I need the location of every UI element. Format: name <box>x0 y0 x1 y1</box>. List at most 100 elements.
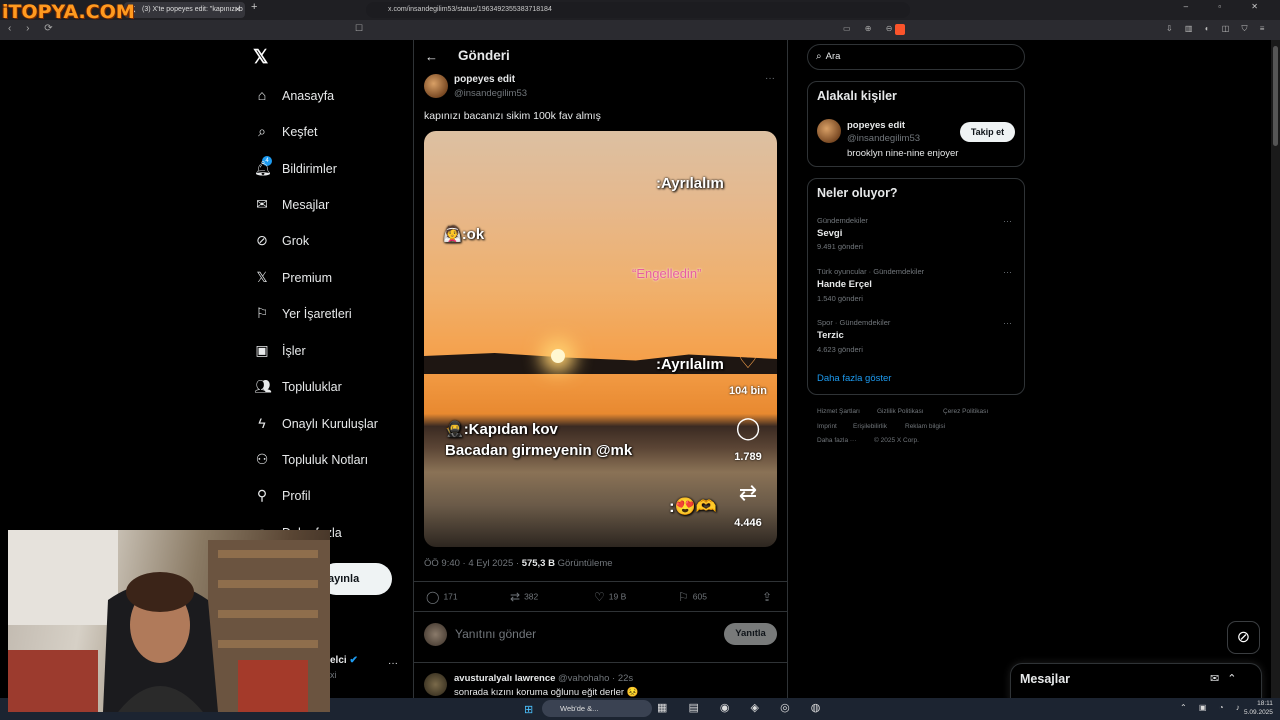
relevant-avatar[interactable] <box>817 119 841 143</box>
url-action-icons[interactable]: ▭ ⊕ ⊖ <box>843 24 898 33</box>
person-icon: ⚲ <box>256 487 268 503</box>
sidebar-item[interactable]: ▣ İşler <box>254 337 305 363</box>
close-tab-icon[interactable]: ✕ <box>234 2 241 18</box>
page-title: Gönderi <box>458 48 510 63</box>
sidebar-item[interactable]: ⌕ Keşfet <box>254 118 317 144</box>
caption-engelledin: “Engelledin” <box>632 266 702 281</box>
footer-link[interactable]: Imprint <box>817 423 837 430</box>
trend-name[interactable]: Terzic <box>817 330 844 341</box>
taskbar-app-icons[interactable]: ▦ ▤ ◉ ◈ ◎ ◍ <box>657 701 829 714</box>
sidebar-item[interactable]: ⊘ Grok <box>254 227 309 253</box>
post-views: 575,3 B <box>521 558 555 569</box>
trend-more-icon[interactable]: ··· <box>1003 267 1012 277</box>
address-bar-row: ‹ › ⟳ <box>0 20 1280 40</box>
share-action[interactable]: ⇪ <box>762 590 776 604</box>
grok-icon: ⊘ <box>1236 629 1251 646</box>
views-label: Görüntüleme <box>557 558 613 569</box>
trend-count: 1.540 gönderi <box>817 294 863 303</box>
reply-button[interactable]: Yanıtla <box>724 623 777 645</box>
browser-tab[interactable]: 𝕏 (3) X'te popeyes edit: "kapınızı b ✕ <box>124 2 245 18</box>
video-sun <box>551 349 565 363</box>
taskbar-search[interactable]: Web'de &... <box>542 700 652 717</box>
sidebar-item[interactable]: ⚇ Topluluk Notları <box>254 446 368 472</box>
window-controls[interactable]: – ▫ ✕ <box>1184 2 1272 11</box>
grok-floating-button[interactable]: ⊘ <box>1227 621 1260 654</box>
footer-link[interactable]: Hizmet Şartları <box>817 408 860 415</box>
follow-button[interactable]: Takip et <box>960 122 1015 142</box>
x-logo-icon[interactable]: 𝕏 <box>253 46 268 69</box>
scrollbar-thumb[interactable] <box>1273 46 1278 146</box>
reply-action[interactable]: ◯ 171 <box>426 590 458 604</box>
trend-name[interactable]: Hande Erçel <box>817 279 872 290</box>
sidebar-item-label: Yer İşaretleri <box>282 307 352 321</box>
new-tab-button[interactable]: + <box>251 1 257 13</box>
sidebar-item[interactable]: ⚐ Yer İşaretleri <box>254 300 352 326</box>
footer-link[interactable]: Daha fazla ··· <box>817 437 856 444</box>
trend-count: 4.623 gönderi <box>817 345 863 354</box>
post-more-icon[interactable]: ··· <box>765 73 775 84</box>
bookmark-icon: ⚐ <box>678 590 689 604</box>
post-video[interactable]: :Ayrılalım 👰:ok “Engelledin” :Ayrılalım … <box>424 131 777 547</box>
comment-avatar[interactable] <box>424 673 447 696</box>
tab-title: (3) X'te popeyes edit: "kapınızı b <box>142 6 243 13</box>
bookmark-page-icon[interactable]: ☐ <box>355 23 363 34</box>
author-avatar[interactable] <box>424 74 448 98</box>
author-handle[interactable]: @insandegilim53 <box>454 88 527 99</box>
show-more-link[interactable]: Daha fazla göster <box>817 373 891 384</box>
search-icon: ⌕ <box>816 51 822 62</box>
sidebar-item[interactable]: 🔔︎ Bildirimler <box>254 155 337 181</box>
footer-link[interactable]: Reklam bilgisi <box>905 423 945 430</box>
nav-buttons[interactable]: ‹ › ⟳ <box>8 23 59 34</box>
people-icon: 👥︎ <box>254 378 272 394</box>
bookmark-action[interactable]: ⚐ 605 <box>678 590 707 604</box>
sidebar-item[interactable]: ⚲ Profil <box>254 482 311 508</box>
post-meta: ÖÖ 9:40 · 4 Eyl 2025 · 575,3 B Görüntüle… <box>424 558 613 569</box>
footer-link[interactable]: Erişilebilirlik <box>853 423 887 430</box>
video-reposts: 4.446 <box>734 517 762 529</box>
sidebar-item[interactable]: 👥︎ Topluluklar <box>254 373 342 399</box>
sidebar-item-label: Mesajlar <box>282 198 330 212</box>
brave-shield-icon[interactable] <box>895 24 905 35</box>
footer-link[interactable]: Çerez Politikası <box>943 408 988 415</box>
sidebar-item[interactable]: ϟ Onaylı Kuruluşlar <box>254 410 378 436</box>
mail-icon: ✉ <box>256 196 268 212</box>
post-time[interactable]: ÖÖ 9:40 · 4 Eyl 2025 · <box>424 558 522 569</box>
author-name[interactable]: popeyes edit <box>454 74 515 85</box>
account-more-icon[interactable]: ··· <box>388 658 398 669</box>
bookmark-icon: ⚐ <box>255 305 269 321</box>
grok-icon: ⊘ <box>256 232 268 248</box>
taskbar-clock[interactable]: 18:11 5.09.2025 <box>1244 699 1273 717</box>
sidebar-item[interactable]: 𝕏 Premium <box>254 264 332 290</box>
expand-icon[interactable]: ⌃ <box>1227 673 1244 685</box>
back-arrow-icon[interactable]: ← <box>425 49 438 64</box>
trend-more-icon[interactable]: ··· <box>1003 216 1012 226</box>
sidebar-item[interactable]: ⌂ Anasayfa <box>254 82 334 108</box>
caption-ayrilalim-mid: :Ayrılalım <box>656 356 724 373</box>
lightning-icon: ϟ <box>258 415 266 431</box>
my-avatar <box>424 623 447 646</box>
search-input[interactable]: ⌕ Ara <box>807 44 1025 70</box>
windows-start-icon[interactable]: ⊞ <box>524 703 533 716</box>
comment-author[interactable]: avusturalyalı lawrence @vahohaho · 22s <box>454 673 633 684</box>
new-message-icon[interactable]: ✉ <box>1210 673 1227 685</box>
messages-title[interactable]: Mesajlar <box>1020 672 1070 686</box>
system-tray-icons[interactable]: ⌃ ▣ ◔ ♪ <box>1180 703 1245 712</box>
caption-kapidan-kov: 🥷:Kapıdan kov <box>445 421 558 438</box>
url-field[interactable]: x.com/insandegilim53/status/196349235538… <box>366 2 910 18</box>
trend-more-icon[interactable]: ··· <box>1003 318 1012 328</box>
verified-icon: ✔ <box>349 655 358 666</box>
video-comments: 1.789 <box>734 451 762 463</box>
relevant-name[interactable]: popeyes edit <box>847 120 905 131</box>
repost-action[interactable]: ⇄ 382 <box>510 590 538 604</box>
relevant-handle[interactable]: @insandegilim53 <box>847 133 920 144</box>
footer-link[interactable]: Gizlilik Politikası <box>877 408 924 415</box>
messages-actions[interactable]: ✉⌃ <box>1210 672 1244 685</box>
account-name[interactable]: elci ✔ <box>330 655 358 666</box>
post-button[interactable]: ayınla <box>320 563 392 595</box>
reply-input[interactable]: Yanıtını gönder <box>455 627 536 641</box>
trend-name[interactable]: Sevgi <box>817 228 842 239</box>
emoji-icon: 🥷 <box>445 421 464 438</box>
like-action[interactable]: ♡ 19 B <box>594 590 626 604</box>
extension-icons[interactable]: ⇩ ▥ ◐ ◫ ⛉ ≡ <box>1166 24 1269 34</box>
sidebar-item[interactable]: ✉ Mesajlar <box>254 191 329 217</box>
